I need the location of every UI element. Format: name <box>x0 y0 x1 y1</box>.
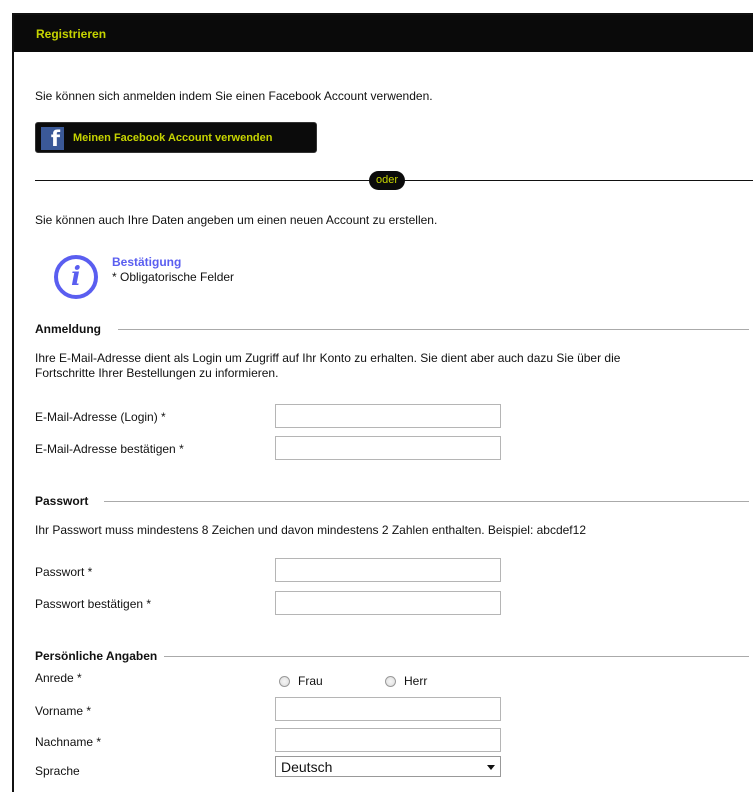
email-input[interactable] <box>275 404 501 428</box>
language-selected-value: Deutsch <box>281 759 333 775</box>
salutation-option-frau[interactable]: Frau <box>298 674 323 688</box>
login-description-line1: Ihre E-Mail-Adresse dient als Login um Z… <box>35 351 621 365</box>
password-confirm-input[interactable] <box>275 591 501 615</box>
section-legend-login: Anmeldung <box>35 322 101 336</box>
lastname-input[interactable] <box>275 728 501 752</box>
salutation-radio-herr[interactable] <box>385 676 396 687</box>
salutation-option-herr[interactable]: Herr <box>404 674 427 688</box>
panel-title: Registrieren <box>36 27 107 41</box>
password-label: Passwort * <box>35 565 93 579</box>
info-icon: i <box>54 255 98 299</box>
email-confirm-label: E-Mail-Adresse bestätigen * <box>35 442 184 456</box>
section-line-personal <box>164 656 749 657</box>
password-input[interactable] <box>275 558 501 582</box>
or-divider-label: oder <box>369 171 405 190</box>
password-confirm-label: Passwort bestätigen * <box>35 597 152 611</box>
salutation-radio-frau[interactable] <box>279 676 290 687</box>
chevron-down-icon <box>487 765 495 770</box>
info-title: Bestätigung <box>112 255 182 269</box>
registration-panel: Registrieren Sie können sich anmelden in… <box>12 13 753 792</box>
language-select[interactable]: Deutsch <box>275 756 501 777</box>
create-account-intro-text: Sie können auch Ihre Daten angeben um ei… <box>35 213 438 227</box>
section-legend-password: Passwort <box>35 494 89 508</box>
panel-header: Registrieren <box>14 15 753 52</box>
lastname-label: Nachname * <box>35 735 102 749</box>
required-fields-note: * Obligatorische Felder <box>112 270 235 284</box>
email-label: E-Mail-Adresse (Login) * <box>35 410 166 424</box>
section-legend-personal: Persönliche Angaben <box>35 649 158 663</box>
facebook-intro-text: Sie können sich anmelden indem Sie einen… <box>35 89 433 103</box>
facebook-button-label: Meinen Facebook Account verwenden <box>73 132 273 144</box>
section-line-password <box>104 501 749 502</box>
firstname-input[interactable] <box>275 697 501 721</box>
facebook-logo-icon: f <box>41 127 64 151</box>
language-label: Sprache <box>35 764 80 778</box>
facebook-login-button[interactable]: f Meinen Facebook Account verwenden <box>35 122 317 153</box>
login-description-line2: Fortschritte Ihrer Bestellungen zu infor… <box>35 366 279 380</box>
firstname-label: Vorname * <box>35 704 92 718</box>
section-line-login <box>118 329 749 330</box>
salutation-label: Anrede * <box>35 671 82 685</box>
email-confirm-input[interactable] <box>275 436 501 460</box>
password-description: Ihr Passwort muss mindestens 8 Zeichen u… <box>35 523 586 537</box>
